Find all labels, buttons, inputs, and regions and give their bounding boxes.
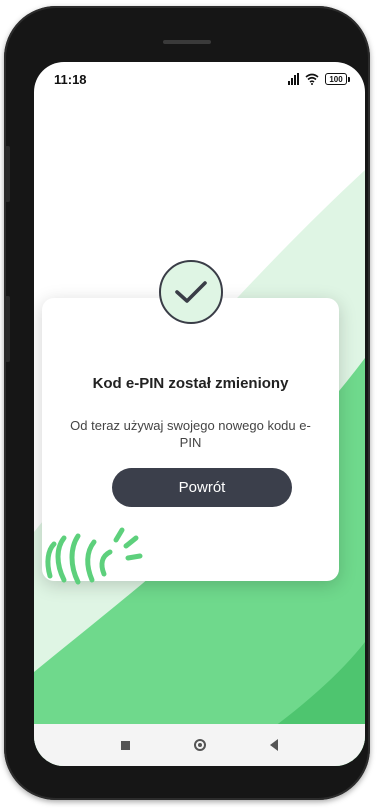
back-icon[interactable] xyxy=(270,739,278,751)
phone-frame: 11:18 100 Kod e-PIN został zmieniony Od … xyxy=(4,6,370,800)
signal-icon xyxy=(288,73,299,85)
earpiece-speaker xyxy=(163,40,211,44)
volume-button xyxy=(5,146,10,202)
recents-icon[interactable] xyxy=(121,740,130,750)
checkmark-icon xyxy=(174,281,207,303)
success-dialog: Kod e-PIN został zmieniony Od teraz używ… xyxy=(42,260,339,585)
dialog-message: Od teraz używaj swojego nowego kodu e-PI… xyxy=(70,418,311,450)
success-badge xyxy=(158,260,223,324)
system-nav-bar xyxy=(34,724,365,766)
wifi-icon xyxy=(305,73,319,85)
home-icon[interactable] xyxy=(194,739,206,751)
battery-level: 100 xyxy=(329,74,343,84)
phone-screen: 11:18 100 Kod e-PIN został zmieniony Od … xyxy=(34,62,365,766)
status-bar: 11:18 100 xyxy=(34,62,365,96)
side-button xyxy=(5,296,10,362)
status-time: 11:18 xyxy=(54,71,87,87)
dialog-title: Kod e-PIN został zmieniony xyxy=(92,375,289,392)
back-button[interactable]: Powrót xyxy=(112,468,292,507)
battery-icon: 100 xyxy=(325,73,350,85)
status-icons: 100 xyxy=(288,73,350,85)
waving-hand-icon xyxy=(45,527,143,585)
